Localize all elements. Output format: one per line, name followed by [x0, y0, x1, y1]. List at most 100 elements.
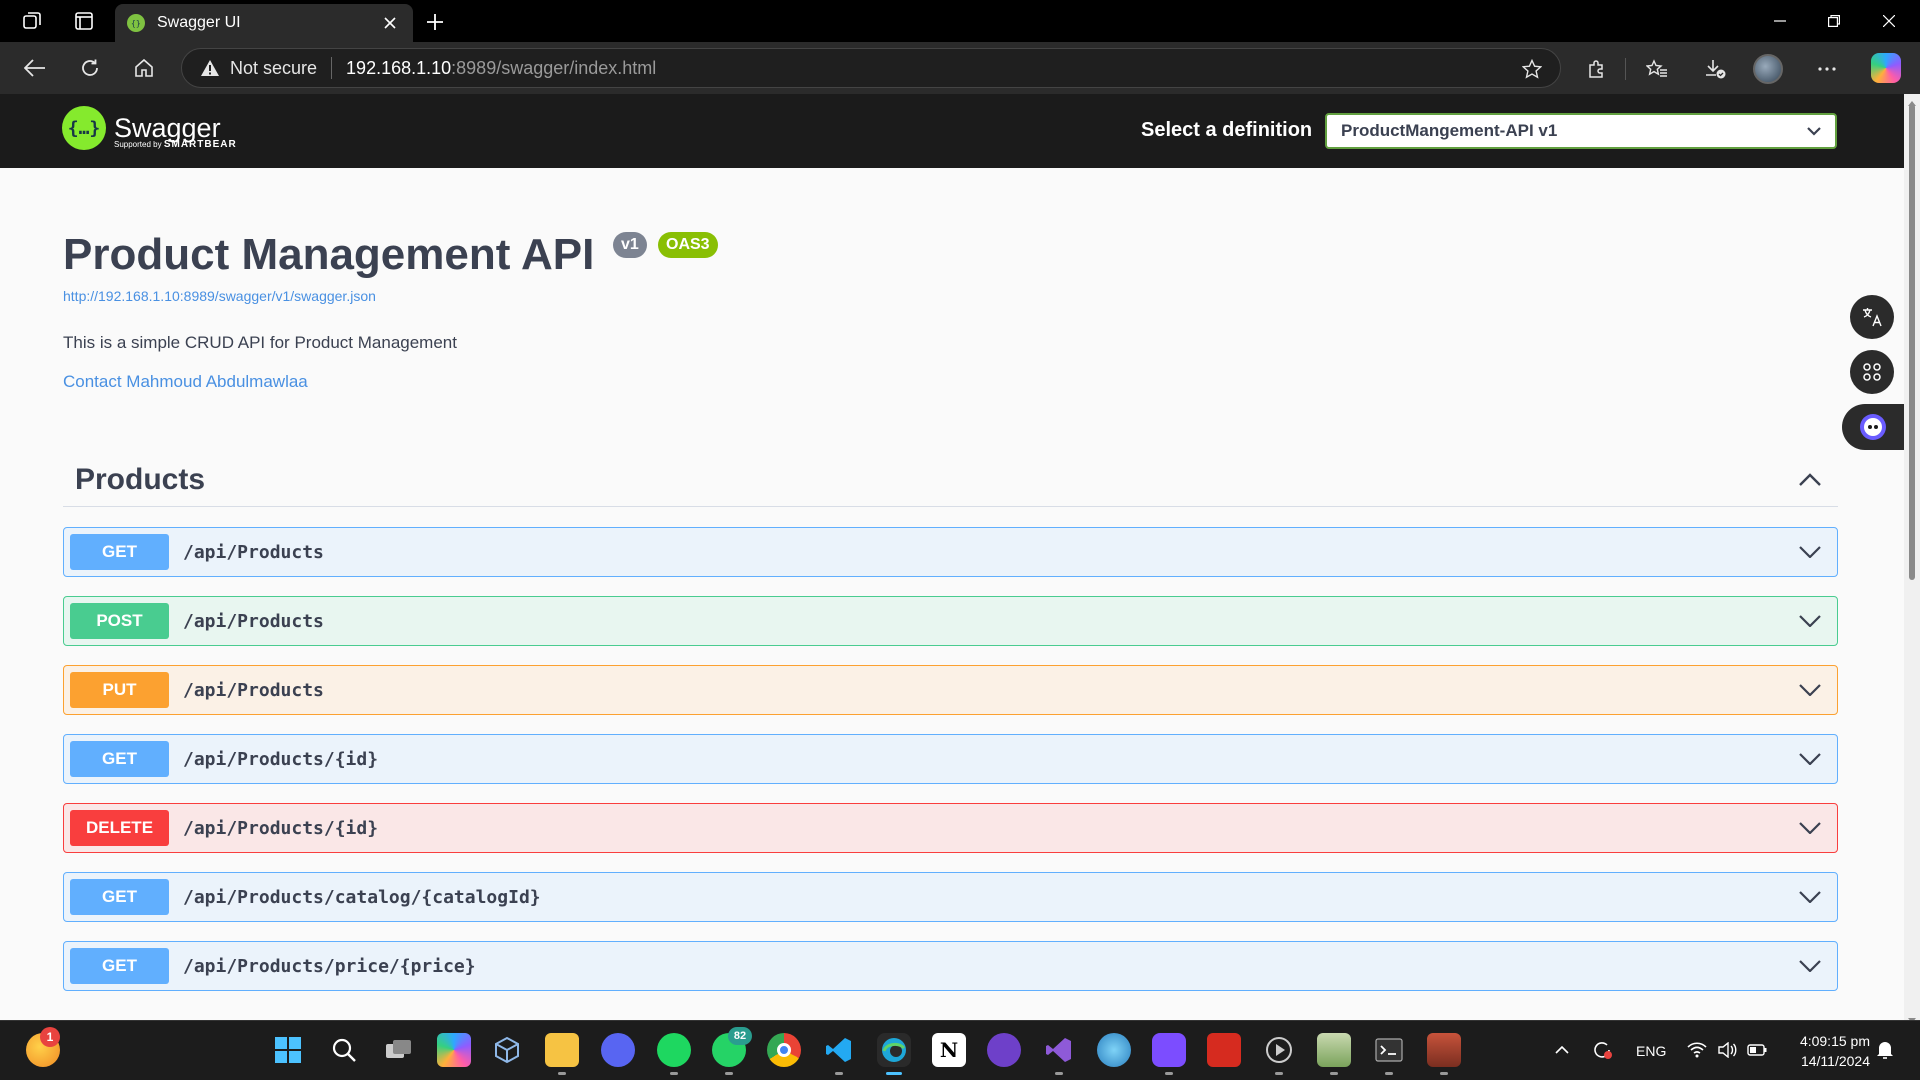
- operation-path: /api/Products/{id}: [183, 817, 379, 839]
- assistant-bot-icon[interactable]: [1842, 404, 1904, 450]
- refresh-icon[interactable]: [73, 52, 107, 84]
- search-icon[interactable]: [327, 1033, 361, 1067]
- windows-taskbar: 1 82 N ENG 4:09:15 pm 14/11/2024: [0, 1020, 1920, 1080]
- close-window-icon[interactable]: [1866, 6, 1912, 36]
- whatsapp-icon[interactable]: 82: [712, 1027, 752, 1075]
- home-icon[interactable]: [127, 52, 161, 84]
- extensions-icon[interactable]: [1580, 53, 1612, 85]
- security-indicator[interactable]: Not secure: [200, 58, 317, 79]
- method-badge: GET: [70, 948, 169, 984]
- operation-get-product-by-id[interactable]: GET /api/Products/{id}: [63, 734, 1838, 784]
- chevron-up-icon[interactable]: [1551, 1039, 1573, 1061]
- media-player-icon[interactable]: [1262, 1033, 1296, 1075]
- copilot-icon[interactable]: [1871, 53, 1901, 83]
- apps-grid-icon[interactable]: [1850, 350, 1894, 394]
- chrome-icon[interactable]: [767, 1033, 801, 1067]
- operation-put-products[interactable]: PUT /api/Products: [63, 665, 1838, 715]
- tag-header-products[interactable]: Products: [63, 453, 1838, 507]
- tag-name: Products: [75, 462, 206, 496]
- notifications-bell-icon[interactable]: [1874, 1039, 1896, 1061]
- operation-path: /api/Products/{id}: [183, 748, 379, 770]
- discord-icon[interactable]: [601, 1033, 635, 1067]
- security-label: Not secure: [230, 57, 318, 78]
- chevron-down-icon[interactable]: [1795, 951, 1825, 981]
- swagger-logo[interactable]: {…} Swagger Supported by SMARTBEAR: [62, 106, 236, 150]
- language-indicator[interactable]: ENG: [1636, 1043, 1666, 1059]
- system-clock[interactable]: 4:09:15 pm 14/11/2024: [1782, 1031, 1870, 1071]
- more-menu-icon[interactable]: [1811, 53, 1843, 85]
- contact-link[interactable]: Contact Mahmoud Abdulmawlaa: [63, 372, 308, 392]
- copilot-app-icon[interactable]: [437, 1033, 471, 1067]
- minimize-icon[interactable]: [1757, 6, 1803, 36]
- oas-badge: OAS3: [658, 232, 718, 258]
- package-tool-icon[interactable]: [1427, 1033, 1461, 1075]
- chevron-down-icon[interactable]: [1795, 882, 1825, 912]
- restore-icon[interactable]: [1811, 6, 1857, 36]
- operation-path: /api/Products: [183, 679, 324, 701]
- chevron-down-icon[interactable]: [1795, 813, 1825, 843]
- spec-url-link[interactable]: http://192.168.1.10:8989/swagger/v1/swag…: [63, 288, 376, 304]
- downloads-icon[interactable]: [1699, 53, 1731, 85]
- vertical-scrollbar[interactable]: [1904, 94, 1920, 1023]
- workspaces-icon[interactable]: [17, 6, 47, 36]
- weather-widget-icon[interactable]: 1: [26, 1027, 60, 1067]
- browser-toolbar: Not secure 192.168.1.10:8989/swagger/ind…: [0, 42, 1920, 94]
- network-tool-icon[interactable]: [1097, 1033, 1131, 1067]
- archive-tool-icon[interactable]: [1317, 1033, 1351, 1075]
- favorite-star-icon[interactable]: [1520, 57, 1544, 81]
- running-indicator: [670, 1072, 678, 1075]
- scroll-thumb[interactable]: [1909, 104, 1915, 580]
- tab-swagger-ui[interactable]: {} Swagger UI: [115, 4, 413, 42]
- github-desktop-icon[interactable]: [987, 1033, 1021, 1067]
- task-view-icon[interactable]: [382, 1033, 416, 1067]
- favorites-icon[interactable]: [1641, 53, 1673, 85]
- start-menu-icon[interactable]: [271, 1033, 305, 1067]
- tab-actions-icon[interactable]: [69, 6, 99, 36]
- wifi-icon[interactable]: [1686, 1039, 1708, 1061]
- terminal-icon[interactable]: [1372, 1033, 1406, 1075]
- operation-get-products-by-catalog[interactable]: GET /api/Products/catalog/{catalogId}: [63, 872, 1838, 922]
- swagger-logo-icon: {…}: [62, 106, 106, 150]
- operation-path: /api/Products/catalog/{catalogId}: [183, 886, 541, 908]
- smartbear-text: SMARTBEAR: [163, 139, 237, 150]
- edge-icon[interactable]: [877, 1033, 911, 1075]
- definition-select[interactable]: ProductMangement-API v1: [1325, 113, 1837, 149]
- api-title: Product Management API: [63, 230, 595, 279]
- notification-count-badge: 82: [728, 1027, 752, 1045]
- method-badge: POST: [70, 603, 169, 639]
- volume-icon[interactable]: [1716, 1039, 1738, 1061]
- scroll-up-arrow-icon[interactable]: [1907, 94, 1917, 106]
- pdf-reader-icon[interactable]: [1207, 1033, 1241, 1067]
- address-bar[interactable]: Not secure 192.168.1.10:8989/swagger/ind…: [181, 48, 1561, 88]
- notion-icon[interactable]: N: [932, 1033, 966, 1067]
- battery-icon[interactable]: [1746, 1039, 1768, 1061]
- file-explorer-icon[interactable]: [545, 1033, 579, 1075]
- chrome-center: [777, 1043, 791, 1057]
- visual-studio-icon[interactable]: [1042, 1033, 1076, 1075]
- close-tab-icon[interactable]: [379, 12, 401, 34]
- tab-title: Swagger UI: [157, 14, 241, 31]
- new-tab-icon[interactable]: [420, 8, 450, 36]
- swagger-topbar: {…} Swagger Supported by SMARTBEAR Selec…: [0, 94, 1904, 168]
- spotify-icon[interactable]: [657, 1033, 691, 1075]
- dev-app-icon[interactable]: [1152, 1033, 1186, 1075]
- chevron-down-icon[interactable]: [1795, 537, 1825, 567]
- chevron-up-icon[interactable]: [1790, 460, 1830, 500]
- chevron-down-icon[interactable]: [1795, 675, 1825, 705]
- profile-avatar[interactable]: [1753, 54, 1783, 84]
- method-badge: GET: [70, 741, 169, 777]
- sync-icon[interactable]: [1591, 1039, 1613, 1061]
- chevron-down-icon[interactable]: [1795, 744, 1825, 774]
- operation-delete-product-by-id[interactable]: DELETE /api/Products/{id}: [63, 803, 1838, 853]
- virtualbox-icon[interactable]: [490, 1033, 524, 1067]
- back-icon[interactable]: [18, 52, 52, 84]
- vscode-icon[interactable]: [822, 1033, 856, 1075]
- operation-get-products[interactable]: GET /api/Products: [63, 527, 1838, 577]
- operation-post-products[interactable]: POST /api/Products: [63, 596, 1838, 646]
- operation-get-products-by-price[interactable]: GET /api/Products/price/{price}: [63, 941, 1838, 991]
- translate-icon[interactable]: [1850, 295, 1894, 339]
- scroll-down-arrow-icon[interactable]: [1907, 1012, 1917, 1023]
- operation-path: /api/Products: [183, 541, 324, 563]
- chevron-down-icon[interactable]: [1795, 606, 1825, 636]
- method-badge: GET: [70, 534, 169, 570]
